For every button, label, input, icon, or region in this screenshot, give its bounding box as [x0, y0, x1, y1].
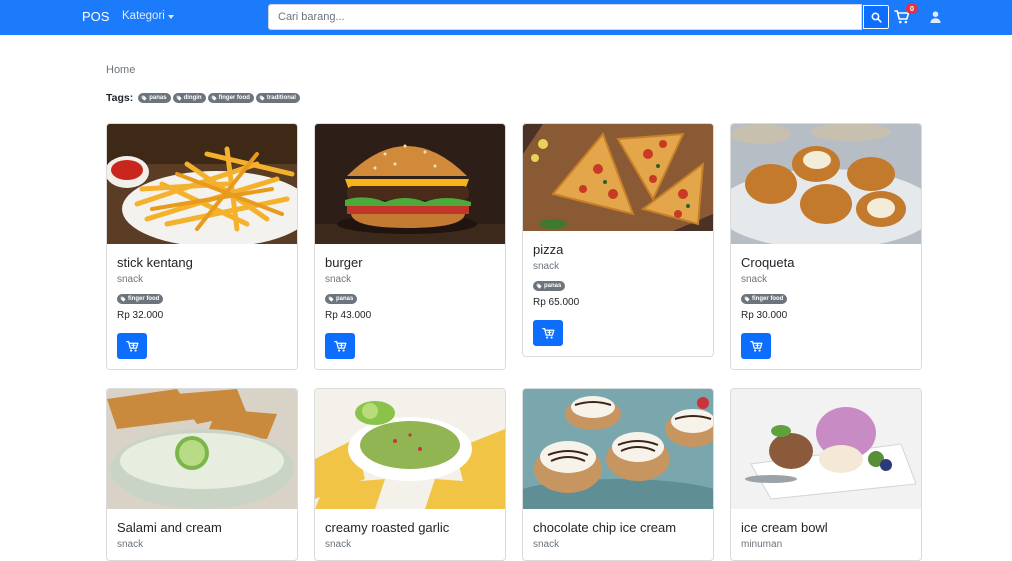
product-image — [731, 124, 921, 244]
product-card: Salami and cream snack — [106, 388, 298, 561]
add-to-cart-button[interactable] — [533, 320, 563, 346]
tag-label: finger food — [752, 296, 784, 302]
product-tag[interactable]: panas — [325, 294, 358, 304]
product-price: Rp 43.000 — [325, 310, 372, 321]
product-tag[interactable]: finger food — [741, 294, 788, 304]
brand-link[interactable]: POS — [82, 9, 109, 24]
tag-label: dingin — [183, 95, 202, 101]
product-name: stick kentang — [117, 255, 193, 270]
product-image — [107, 389, 297, 509]
kategori-label: Kategori — [122, 10, 165, 22]
product-category: snack — [325, 274, 352, 285]
product-image — [315, 389, 505, 509]
breadcrumb-home-link[interactable]: Home — [106, 64, 135, 76]
kategori-dropdown[interactable]: Kategori — [122, 10, 174, 22]
product-name: Salami and cream — [117, 520, 222, 535]
tag-dingin[interactable]: dingin — [172, 93, 206, 103]
tag-icon — [259, 95, 265, 101]
tag-label: panas — [544, 283, 562, 289]
tag-icon — [120, 296, 126, 302]
tag-icon — [328, 296, 334, 302]
tag-icon — [141, 95, 147, 101]
add-to-cart-button[interactable] — [741, 333, 771, 359]
product-price: Rp 65.000 — [533, 297, 580, 308]
product-price: Rp 30.000 — [741, 310, 788, 321]
product-card: ice cream bowl minuman — [730, 388, 922, 561]
tag-finger-food[interactable]: finger food — [207, 93, 254, 103]
product-card: chocolate chip ice cream snack — [522, 388, 714, 561]
add-to-cart-button[interactable] — [117, 333, 147, 359]
product-card: burger snack panas Rp 43.000 — [314, 123, 506, 370]
chevron-down-icon — [167, 14, 174, 19]
product-name: pizza — [533, 242, 564, 257]
product-card: stick kentang snack finger food Rp 32.00… — [106, 123, 298, 370]
search-input[interactable] — [268, 4, 862, 30]
tag-icon — [744, 296, 750, 302]
search-button[interactable] — [862, 4, 890, 30]
product-tag[interactable]: panas — [533, 281, 566, 291]
product-card: creamy roasted garlic snack — [314, 388, 506, 561]
product-price: Rp 32.000 — [117, 310, 164, 321]
product-category: snack — [117, 274, 144, 285]
product-tag[interactable]: finger food — [117, 294, 164, 304]
product-category: snack — [533, 539, 560, 550]
product-name: ice cream bowl — [741, 520, 828, 535]
product-card: Croqueta snack finger food Rp 30.000 — [730, 123, 922, 370]
product-image — [107, 124, 297, 244]
product-name: chocolate chip ice cream — [533, 520, 677, 535]
product-category: minuman — [741, 539, 783, 550]
tag-icon — [211, 95, 217, 101]
product-image — [523, 124, 713, 231]
tag-label: panas — [336, 296, 354, 302]
tag-panas[interactable]: panas — [138, 93, 171, 103]
cart-plus-icon — [750, 340, 763, 353]
product-category: snack — [533, 261, 560, 272]
add-to-cart-button[interactable] — [325, 333, 355, 359]
product-card: pizza snack panas Rp 65.000 — [522, 123, 714, 357]
top-navbar: POS Kategori 0 — [0, 0, 1012, 35]
tag-label: panas — [149, 95, 167, 101]
product-category: snack — [325, 539, 352, 550]
tag-traditional[interactable]: traditional — [255, 93, 300, 103]
product-name: burger — [325, 255, 363, 270]
tag-label: finger food — [218, 95, 250, 101]
user-icon[interactable] — [929, 10, 942, 24]
cart-plus-icon — [542, 327, 555, 340]
cart-count-badge: 0 — [906, 3, 918, 14]
tag-label: traditional — [266, 95, 296, 101]
tag-icon — [536, 283, 542, 289]
tags-label: Tags: — [106, 92, 134, 104]
cart-plus-icon — [334, 340, 347, 353]
breadcrumb: Home — [106, 64, 135, 76]
product-name: Croqueta — [741, 255, 795, 270]
product-category: snack — [741, 274, 768, 285]
product-image — [315, 124, 505, 244]
tag-icon — [176, 95, 182, 101]
product-image — [731, 389, 921, 509]
product-image — [523, 389, 713, 509]
tags-filter: Tags: panas dingin finger food tradition… — [106, 92, 300, 104]
product-name: creamy roasted garlic — [325, 520, 450, 535]
tag-label: finger food — [128, 296, 160, 302]
cart-plus-icon — [126, 340, 139, 353]
search-icon — [871, 12, 882, 23]
product-category: snack — [117, 539, 144, 550]
